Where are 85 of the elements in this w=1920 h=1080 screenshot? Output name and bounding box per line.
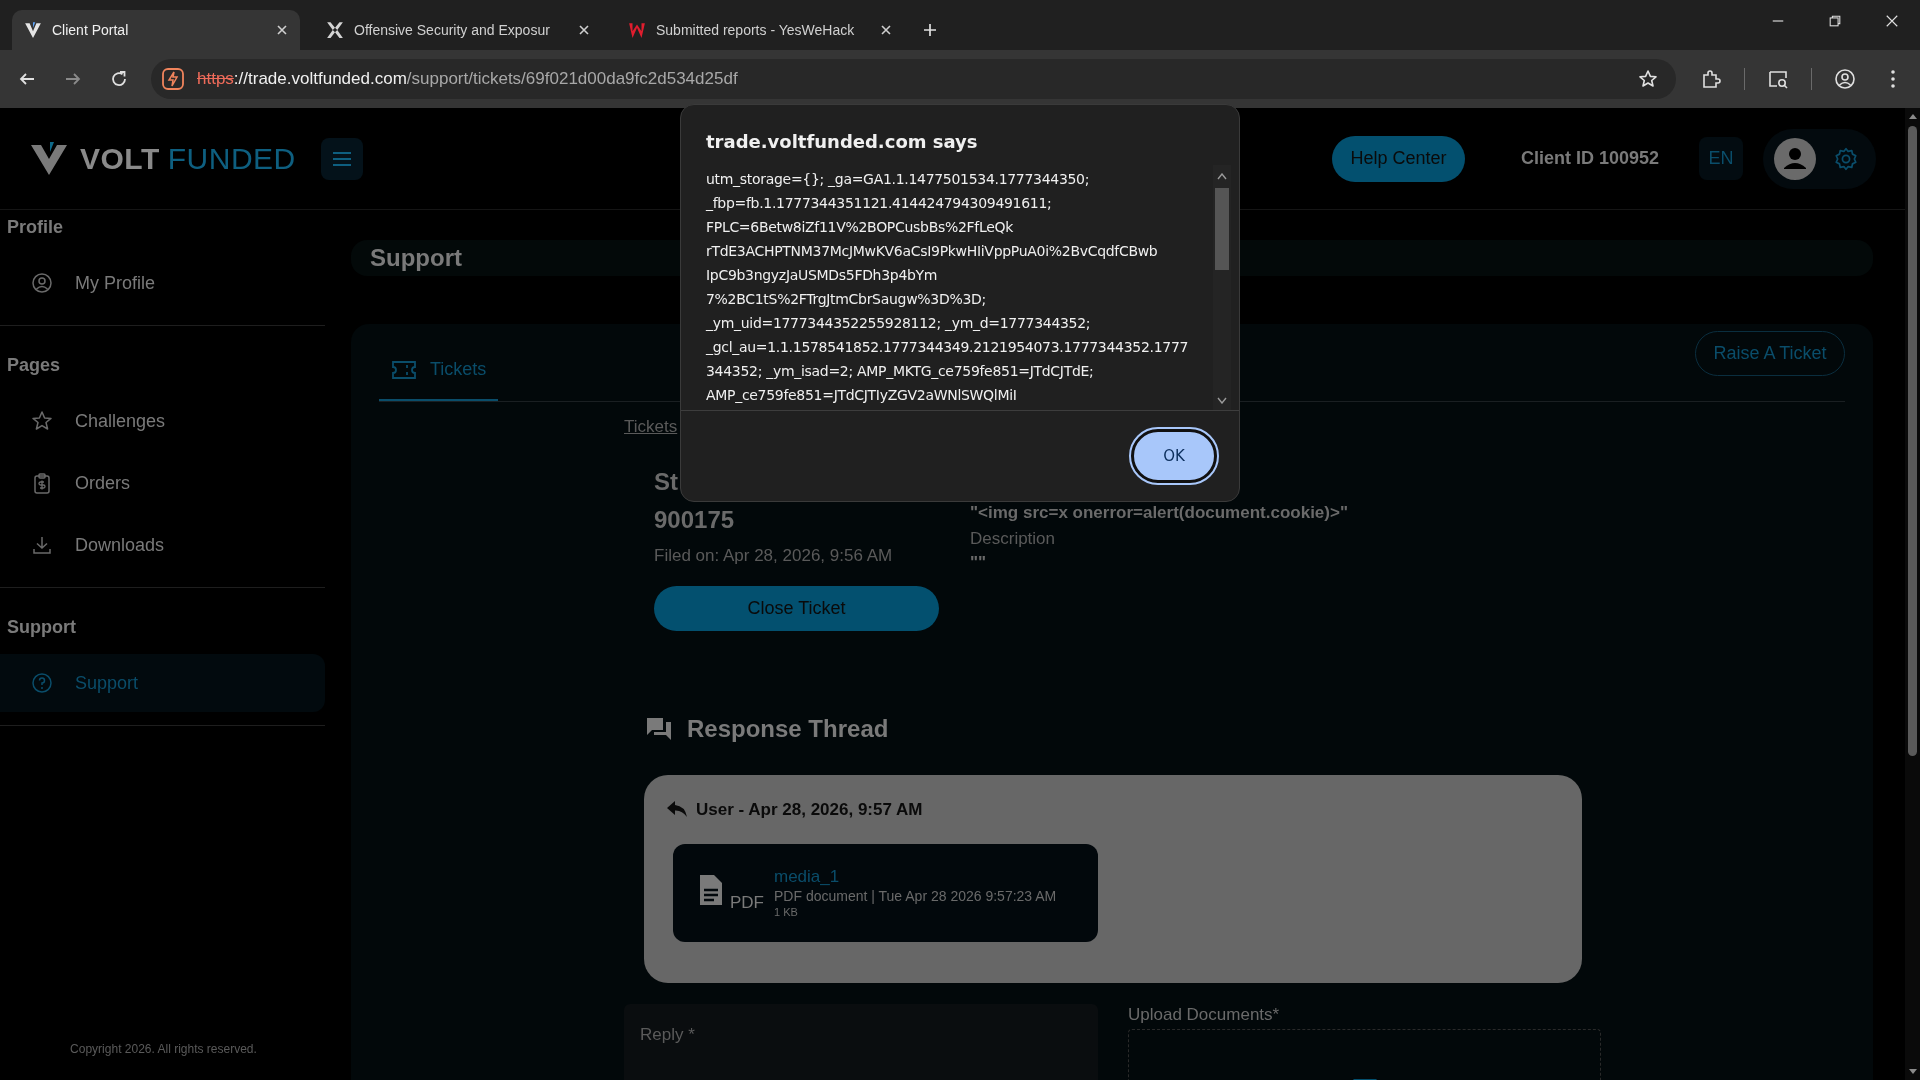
description-text: "" xyxy=(970,551,988,574)
ticket-title: St xyxy=(654,467,679,496)
reply-field[interactable]: Reply * xyxy=(624,1003,1098,1080)
ticket-subject: "<img src=x onerror=alert(document.cookie)>" xyxy=(970,501,1348,524)
dialog-scrollbar[interactable] xyxy=(1213,165,1231,410)
close-icon[interactable] xyxy=(880,24,892,36)
close-icon[interactable] xyxy=(1884,14,1899,28)
filed-date: Filed on: Apr 28, 2026, 9:56 AM xyxy=(654,545,894,566)
page-title: Support xyxy=(370,243,462,273)
dialog-message: _fbp=fb.1.1777344351121.414424794309491611; xyxy=(706,194,1053,213)
restore-icon[interactable] xyxy=(1827,14,1842,28)
document-icon xyxy=(698,873,724,907)
scrollbar-thumb[interactable] xyxy=(1215,188,1229,270)
dialog-message: _gcl_au=1.1.1578541852.1777344349.2121954073.1777344352.1777 xyxy=(706,338,1190,357)
close-icon[interactable] xyxy=(276,24,288,36)
extensions-icon[interactable] xyxy=(1700,68,1722,90)
logo[interactable]: VOLT FUNDED xyxy=(30,136,296,181)
tab-title: Offensive Security and Exposur xyxy=(354,20,551,40)
file-type-label: PDF xyxy=(730,891,764,914)
reload-icon[interactable] xyxy=(109,69,129,89)
warning-bolt-icon[interactable] xyxy=(161,67,185,91)
dialog-message: _ym_uid=1777344352255928112; _ym_d=1777344352; xyxy=(706,314,1092,333)
reply-icon xyxy=(666,800,688,819)
browser-tab[interactable]: Submitted reports - YesWeHack xyxy=(616,10,904,50)
breadcrumb-link[interactable]: Tickets xyxy=(624,414,678,440)
logo-text: FUNDED xyxy=(167,141,296,177)
scroll-up-icon[interactable] xyxy=(1907,112,1918,120)
dialog-message: IpC9b3ngyzJaUSMDs5FDh3p4bYm xyxy=(706,266,939,285)
scroll-up-icon[interactable] xyxy=(1217,173,1227,180)
sidebar-item[interactable]: My Profile xyxy=(0,254,325,312)
copyright: Copyright 2026. All rights reserved. xyxy=(69,1041,258,1058)
logo-icon xyxy=(24,21,42,39)
chat-icon xyxy=(645,715,673,742)
logo-icon xyxy=(628,21,646,39)
section-heading: Support xyxy=(6,616,77,639)
dialog-message: 344352; _ym_isad=2; AMP_MKTG_ce759fe851=JTdCJTdE; xyxy=(706,362,1095,381)
download-icon xyxy=(31,534,53,556)
dialog-title: trade.voltfunded.com says xyxy=(705,130,979,153)
address-bar[interactable]: https://trade.voltfunded.com/support/tickets/69f021d00da9fc2d534d25df xyxy=(151,59,1676,99)
sidebar-item[interactable]: Orders xyxy=(0,454,325,512)
logo-text: VOLT xyxy=(80,141,160,177)
close-icon[interactable] xyxy=(578,24,590,36)
attachment-card[interactable]: PDF media_1 PDF document | Tue Apr 28 2026 9:57:23 AM 1 KB xyxy=(673,844,1098,942)
browser-tab[interactable]: Client Portal xyxy=(12,10,300,50)
dialog-message: 7%2BC1tS%2FTrgJtmCbrSaugw%3D%3D; xyxy=(706,290,987,309)
help-icon xyxy=(31,672,53,694)
tab-search-icon[interactable] xyxy=(1767,68,1789,90)
file-size: 1 KB xyxy=(774,905,799,919)
section-heading: Profile xyxy=(6,216,64,239)
description-label: Description xyxy=(970,527,1057,550)
dialog-message: AMP_ce759fe851=JTdCJTIyZGV2aWNlSWQlMiI xyxy=(706,386,1018,405)
new-tab-icon[interactable] xyxy=(922,22,938,38)
logo-icon xyxy=(30,141,68,176)
tab-title: Submitted reports - YesWeHack xyxy=(656,20,856,40)
menu-icon xyxy=(331,150,352,167)
logo-icon xyxy=(326,21,344,39)
client-id: Client ID 100952 xyxy=(1520,147,1659,170)
scrollbar[interactable] xyxy=(1905,108,1920,1080)
ticket-number: 900175 xyxy=(654,505,736,534)
clipboard-dollar-icon xyxy=(31,472,53,494)
tab-title: Client Portal xyxy=(52,20,130,40)
message-author: User - Apr 28, 2026, 9:57 AM xyxy=(696,798,923,821)
sidebar-item[interactable]: Challenges xyxy=(0,392,325,450)
avatar-icon[interactable] xyxy=(1774,137,1816,180)
dialog-message: FPLC=6Betw8iZf11V%2BOPCusbBs%2FfLeQk xyxy=(706,218,1015,237)
scroll-down-icon[interactable] xyxy=(1217,397,1227,404)
profile-icon[interactable] xyxy=(1834,68,1856,90)
ticket-icon xyxy=(391,359,417,380)
ok-button[interactable]: OK xyxy=(1131,429,1217,483)
menu-button[interactable] xyxy=(320,137,363,180)
star-icon xyxy=(31,410,53,432)
dialog-message: rTdE3ACHPTNM37McJMwKV6aCsI9PkwHIiVppPuA0i%2BvCqdfCBwb xyxy=(706,242,1159,261)
browser-tab[interactable]: Offensive Security and Exposur xyxy=(314,10,602,50)
url-text: https://trade.voltfunded.com/support/tickets/69f021d00da9fc2d534d25df xyxy=(197,68,739,91)
sidebar-item[interactable]: Downloads xyxy=(0,516,325,574)
scrollbar-thumb[interactable] xyxy=(1908,126,1917,756)
bookmark-star-icon[interactable] xyxy=(1638,69,1658,89)
scroll-down-icon[interactable] xyxy=(1907,1068,1918,1076)
user-icon xyxy=(31,272,53,294)
file-meta: PDF document | Tue Apr 28 2026 9:57:23 AM xyxy=(774,887,1057,905)
dialog-message: utm_storage={}; _ga=GA1.1.1477501534.1777344350; xyxy=(706,170,1091,189)
upload-label: Upload Documents* xyxy=(1128,1004,1281,1025)
menu-icon[interactable] xyxy=(1890,69,1896,89)
section-heading: Pages xyxy=(6,354,62,377)
section-title: Response Thread xyxy=(687,713,889,744)
